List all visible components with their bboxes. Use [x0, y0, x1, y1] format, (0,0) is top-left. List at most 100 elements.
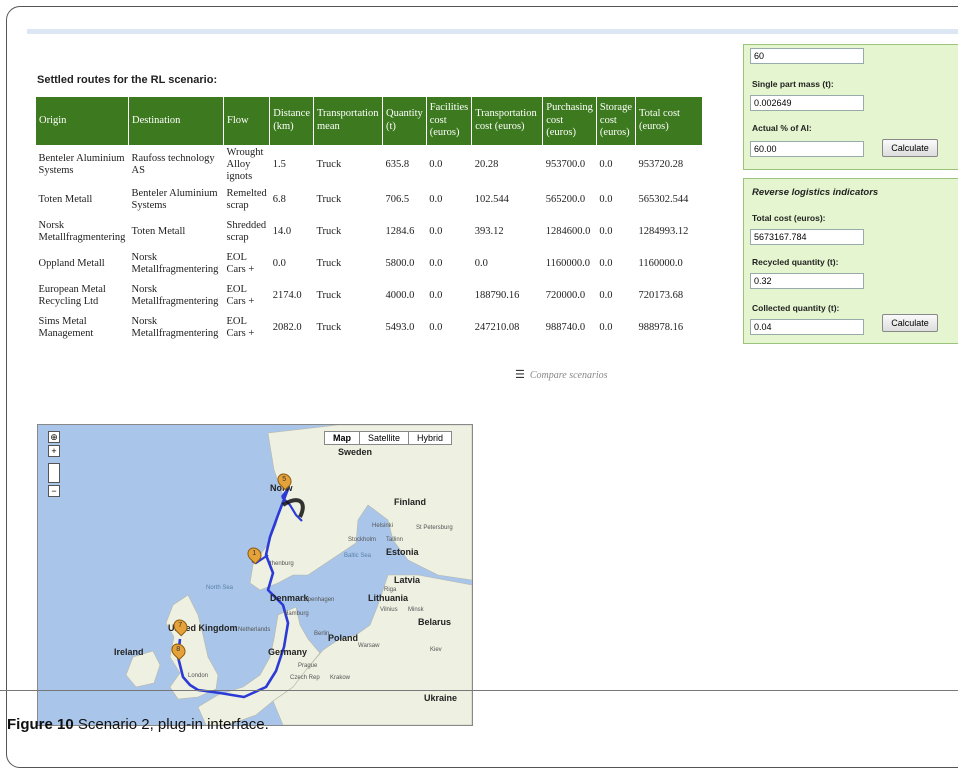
cell-storage-cost: 0.0 — [599, 159, 613, 171]
cell-purchasing-cost: 988740.0 — [545, 322, 586, 334]
total-cost-input[interactable] — [750, 229, 864, 245]
compare-scenarios-label: Compare scenarios — [529, 370, 608, 381]
cell-transport-mean: Truck — [316, 159, 342, 171]
routes-table: Origin Destination Flow Distance (km) Tr… — [35, 96, 703, 344]
cell-flow: Wrought Alloy ignots — [226, 147, 264, 183]
cell-purchasing-cost: 1160000.0 — [545, 258, 590, 270]
map-label-baltic-sea: Baltic Sea — [344, 553, 372, 559]
calculate-button[interactable]: Calculate — [882, 139, 938, 157]
cell-distance: 14.0 — [272, 226, 292, 238]
map-label-stockholm: Stockholm — [348, 537, 377, 543]
map-label-minsk: Minsk — [408, 607, 424, 613]
cell-quantity: 5493.0 — [385, 322, 415, 334]
cell-quantity: 5800.0 — [385, 258, 415, 270]
cell-destination: Norsk Metallfragmentering — [131, 316, 219, 340]
figure-frame: Settled routes for the RL scenario: Orig… — [6, 6, 958, 768]
zoom-out-button[interactable]: − — [48, 485, 60, 497]
col-header: Total cost (euros) — [635, 96, 703, 146]
tab-satellite[interactable]: Satellite — [360, 432, 410, 444]
cell-total-cost: 565302.544 — [638, 194, 689, 206]
col-header: Flow — [222, 96, 271, 146]
cell-destination: Norsk Metallfragmentering — [131, 284, 219, 308]
top-value-input[interactable] — [750, 48, 864, 64]
map-label-netherlands: Netherlands — [238, 627, 271, 633]
table-header-row: Origin Destination Flow Distance (km) Tr… — [35, 96, 703, 146]
cell-flow: EOL Cars + — [226, 252, 255, 276]
cell-transport-mean: Truck — [316, 322, 342, 334]
section-title: Settled routes for the RL scenario: — [37, 74, 218, 86]
collected-quantity-label: Collected quantity (t): — [752, 303, 840, 313]
cell-storage-cost: 0.0 — [599, 194, 613, 206]
cell-transport-mean: Truck — [316, 258, 342, 270]
caption-text: Scenario 2, plug-in interface. — [77, 716, 269, 733]
cell-facilities-cost: 0.0 — [429, 159, 443, 171]
cell-distance: 2082.0 — [272, 322, 302, 334]
recycled-quantity-input[interactable] — [750, 273, 864, 289]
map-label-latvia: Latvia — [394, 575, 421, 585]
route-map[interactable]: ⊕ + − Map Satellite Hybrid Sweden Norw F… — [37, 424, 473, 726]
cell-origin: Benteler Aluminium Systems — [38, 153, 125, 177]
cell-quantity: 706.5 — [385, 194, 410, 206]
cell-facilities-cost: 0.0 — [429, 322, 443, 334]
map-label-helsinki: Helsinki — [372, 523, 394, 529]
map-label-prague: Prague — [298, 663, 318, 669]
cell-facilities-cost: 0.0 — [429, 194, 443, 206]
cell-distance: 6.8 — [272, 194, 286, 206]
bottom-rule — [0, 690, 958, 691]
col-header: Quantity (t) — [382, 96, 427, 146]
compare-scenarios-link[interactable]: ☰ Compare scenarios — [515, 368, 608, 381]
zoom-slider[interactable] — [48, 463, 60, 483]
collected-quantity-input[interactable] — [750, 319, 864, 335]
caption-label: Figure 10 — [7, 716, 74, 733]
pan-control[interactable]: ⊕ — [48, 431, 60, 443]
indicators-title: Reverse logistics indicators — [752, 187, 879, 198]
actual-al-input[interactable] — [750, 141, 864, 157]
cell-purchasing-cost: 565200.0 — [545, 194, 586, 206]
map-label-vilnius: Vilnius — [380, 607, 398, 613]
cell-quantity: 4000.0 — [385, 290, 415, 302]
map-label-finland: Finland — [394, 497, 426, 507]
cell-transport-cost: 0.0 — [474, 258, 488, 270]
cell-origin: Sims Metal Management — [38, 316, 94, 340]
cell-storage-cost: 0.0 — [599, 290, 613, 302]
cell-total-cost: 1284993.12 — [638, 226, 689, 238]
cell-total-cost: 953720.28 — [638, 159, 684, 171]
map-label-estonia: Estonia — [386, 547, 419, 557]
col-header: Facilities cost (euros) — [425, 96, 473, 146]
cell-purchasing-cost: 953700.0 — [545, 159, 586, 171]
map-label-ireland: Ireland — [114, 647, 144, 657]
table-row: Sims Metal Management Norsk Metallfragme… — [36, 312, 703, 344]
cell-transport-cost: 102.544 — [474, 194, 509, 206]
cell-facilities-cost: 0.0 — [429, 226, 443, 238]
zoom-in-button[interactable]: + — [48, 445, 60, 457]
single-part-mass-input[interactable] — [750, 95, 864, 111]
cell-destination: Toten Metall — [131, 226, 186, 238]
cell-origin: Toten Metall — [38, 194, 93, 206]
map-label-hamburg: Hamburg — [284, 611, 309, 617]
map-label-czech-rep: Czech Rep — [290, 675, 320, 681]
map-label-north-sea: North Sea — [206, 585, 234, 591]
cell-origin: European Metal Recycling Ltd — [38, 284, 106, 308]
cell-distance: 1.5 — [272, 159, 286, 171]
cell-destination: Norsk Metallfragmentering — [131, 252, 219, 276]
cell-flow: Remelted scrap — [226, 188, 267, 212]
cell-origin: Norsk Metallfragmentering — [38, 220, 126, 244]
cell-flow: EOL Cars + — [226, 316, 255, 340]
cell-transport-mean: Truck — [316, 226, 342, 238]
cell-distance: 2174.0 — [272, 290, 302, 302]
cell-distance: 0.0 — [272, 258, 286, 270]
cell-transport-mean: Truck — [316, 194, 342, 206]
tab-map[interactable]: Map — [325, 432, 360, 444]
calculate-button[interactable]: Calculate — [882, 314, 938, 332]
map-label-warsaw: Warsaw — [358, 643, 380, 649]
cell-total-cost: 1160000.0 — [638, 258, 683, 270]
table-row: Oppland Metall Norsk Metallfragmentering… — [36, 248, 703, 280]
cell-storage-cost: 0.0 — [599, 226, 613, 238]
map-label-krakow: Krakow — [330, 675, 351, 681]
cell-storage-cost: 0.0 — [599, 322, 613, 334]
cell-transport-mean: Truck — [316, 290, 342, 302]
cell-facilities-cost: 0.0 — [429, 290, 443, 302]
tab-hybrid[interactable]: Hybrid — [409, 432, 451, 444]
map-label-belarus: Belarus — [418, 617, 452, 627]
list-icon: ☰ — [515, 369, 525, 381]
